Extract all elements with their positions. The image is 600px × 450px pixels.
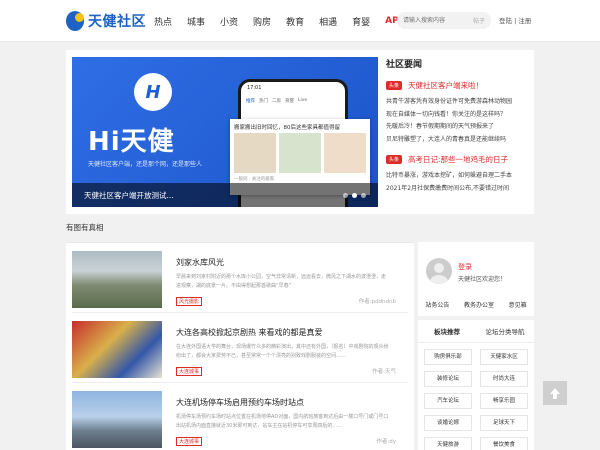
category-item[interactable]: 天健旅游 xyxy=(424,437,472,450)
phone-tab: 热门 xyxy=(259,99,268,104)
article-tag[interactable]: 风光摄影 xyxy=(176,297,203,306)
tab-header: 板块推荐 论坛分类导航 xyxy=(418,320,534,343)
banner-caption[interactable]: 天健社区客户端开放测试... xyxy=(72,183,378,207)
user-panel: 登录 天健社区欢迎您！ 站务公告 教务办公室 意见箱 xyxy=(418,242,534,316)
tab-forum-categories[interactable]: 论坛分类导航 xyxy=(476,320,534,342)
article-summary: 早晨来到刘家村附近的那个水库小公园，空气非常清新，远远看去，微风之下湖水的波澄澄… xyxy=(176,274,387,289)
news-link[interactable]: 比特币暴涨，游戏本挖矿，如何躲避自理二手本 xyxy=(386,170,528,183)
category-item[interactable]: 汽车论坛 xyxy=(424,393,472,409)
news-link[interactable]: 现在自媒体一切向钱看！你关注的是这样吗？ xyxy=(386,109,528,122)
news-link[interactable]: 先暖后冷！春节假期期间的天气预报来了 xyxy=(386,121,528,134)
feedback-link[interactable]: 意见箱 xyxy=(509,300,527,309)
article-item[interactable]: 大连机场停车场启用预约车场时站点 机场停车场预约车场时站点位置在机场地停AD对面… xyxy=(72,391,408,450)
category-item[interactable]: 畅享乐园 xyxy=(480,393,528,409)
hero-section: H Hi天健 天健社区客户端，还是那个网，还是那些人 17:01 推荐 热门 二… xyxy=(66,50,534,214)
phone-tab: 二房 xyxy=(272,99,281,104)
article-item[interactable]: 大连各高校掀起京剧热 来看戏的都是真爱 在大连外国语大学的舞台，现场爆竹众多的精… xyxy=(72,321,408,383)
banner-subtitle: 天健社区客户端，还是那个网，还是那些人 xyxy=(88,161,203,168)
headline-tag: 头条 xyxy=(386,81,403,90)
logo-mark-icon xyxy=(66,11,84,31)
news-headline[interactable]: 头条 天健社区客户端来啦！ xyxy=(386,80,528,91)
category-item[interactable]: 装修论坛 xyxy=(424,371,472,387)
category-item[interactable]: 餐饮美食 xyxy=(480,437,528,450)
phone-tabs: 推荐 热门 二房 育婴 Live xyxy=(241,96,345,106)
category-item[interactable]: 足球天下 xyxy=(480,415,528,431)
category-item[interactable]: 时尚大连 xyxy=(480,371,528,387)
back-to-top-button[interactable] xyxy=(543,381,567,405)
welcome-text: 天健社区欢迎您！ xyxy=(458,276,507,283)
nav-item-education[interactable]: 教育 xyxy=(286,15,304,28)
login-link[interactable]: 登录 xyxy=(458,262,472,272)
news-headline[interactable]: 头条 高考日记:那些一地鸡毛的日子 xyxy=(386,154,528,165)
card-images xyxy=(230,133,370,173)
article-thumbnail[interactable] xyxy=(72,391,162,448)
headline-tag: 头条 xyxy=(386,155,403,164)
nav-item-meet[interactable]: 相遇 xyxy=(319,15,337,28)
category-grid: 购房俱乐部 天健家水区 装修论坛 时尚大连 汽车论坛 畅享乐园 谈婚论嫁 足球天… xyxy=(418,343,534,450)
article-author: 作者:天气 xyxy=(372,369,396,375)
article-title[interactable]: 大连各高校掀起京剧热 来看戏的都是真爱 xyxy=(176,327,323,338)
nav-item-hot[interactable]: 热点 xyxy=(154,15,172,28)
site-notice-link[interactable]: 站务公告 xyxy=(425,300,449,309)
card-title: 搬家搬出旧时回忆，80后这些家具都值得留 xyxy=(234,125,340,131)
user-links: 站务公告 教务办公室 意见箱 xyxy=(418,300,534,309)
avatar[interactable] xyxy=(426,258,452,284)
article-summary: 机场停车场预约车场时站点位置在机场地停AD对面，国内航班旅客到达后由一楼口号门或… xyxy=(176,414,389,429)
category-item[interactable]: 谈婚论嫁 xyxy=(424,415,472,431)
site-header: 天健社区 热点 城事 小资 购房 教育 相遇 育婴 APP 帖子 登陆 | 注册 xyxy=(0,0,600,42)
phone-tab: 育婴 xyxy=(285,99,294,104)
article-author: 作者:dy xyxy=(376,439,396,445)
card-image xyxy=(234,133,276,173)
article-thumbnail[interactable] xyxy=(72,321,162,378)
carousel-dot[interactable] xyxy=(361,193,366,198)
article-author: 作者:pddndnb xyxy=(358,299,396,305)
news-link[interactable]: 贝尼特雕塑了，大连人的青春真是还能继续吗 xyxy=(386,134,528,147)
tab-recommended-boards[interactable]: 板块推荐 xyxy=(418,320,476,342)
news-link[interactable]: 2021年2月社保费缴费时间公布,不要错过时间 xyxy=(386,183,528,196)
search-type-button[interactable]: 帖子 xyxy=(473,16,485,25)
search-input[interactable] xyxy=(403,14,463,27)
carousel-dot[interactable] xyxy=(343,193,348,198)
nav-item-petty[interactable]: 小资 xyxy=(220,15,238,28)
phone-tab: Live xyxy=(298,98,308,103)
article-thumbnail[interactable] xyxy=(72,251,162,308)
community-news: 社区要闻 头条 天健社区客户端来啦！ 共青牛游客凭有效身份证件可免费游森林动物园… xyxy=(386,57,528,195)
carousel-dots xyxy=(343,193,366,198)
article-tag[interactable]: 大连城事 xyxy=(176,367,203,376)
category-item[interactable]: 天健家水区 xyxy=(480,349,528,365)
card-image xyxy=(279,133,321,173)
phone-status-time: 17:01 xyxy=(247,85,262,91)
board-tabs-panel: 板块推荐 论坛分类导航 购房俱乐部 天健家水区 装修论坛 时尚大连 汽车论坛 畅… xyxy=(418,320,534,450)
site-logo[interactable]: 天健社区 xyxy=(66,9,146,33)
category-item[interactable]: 购房俱乐部 xyxy=(424,349,472,365)
article-list: 刘家水库风光 早晨来到刘家村附近的那个水库小公园，空气非常清新，远远看去，微风之… xyxy=(66,242,414,450)
section-heading: 有图有真相 xyxy=(66,223,104,232)
article-tag[interactable]: 大连城事 xyxy=(176,437,203,446)
auth-links[interactable]: 登陆 | 注册 xyxy=(499,15,531,25)
office-link[interactable]: 教务办公室 xyxy=(464,300,494,309)
nav-item-housing[interactable]: 购房 xyxy=(253,15,271,28)
nav-item-parenting[interactable]: 育婴 xyxy=(352,15,370,28)
banner-title: Hi天健 xyxy=(88,127,175,157)
headline-title[interactable]: 高考日记:那些一地鸡毛的日子 xyxy=(408,154,508,165)
headline-title[interactable]: 天健社区客户端来啦！ xyxy=(408,80,483,91)
nav-item-city[interactable]: 城事 xyxy=(187,15,205,28)
search-box: 帖子 xyxy=(397,12,491,29)
article-summary: 在大连外国语大学的舞台，现场爆竹众多的精彩演出，其中还有外国，（报名）中戏剧院的… xyxy=(176,344,389,359)
phone-tab: 推荐 xyxy=(246,99,255,104)
carousel-dot-active[interactable] xyxy=(352,193,357,198)
carousel-banner[interactable]: H Hi天健 天健社区客户端，还是那个网，还是那些人 17:01 推荐 热门 二… xyxy=(72,57,378,207)
news-link[interactable]: 共青牛游客凭有效身份证件可免费游森林动物园 xyxy=(386,96,528,109)
article-title[interactable]: 刘家水库风光 xyxy=(176,257,224,268)
logo-text: 天健社区 xyxy=(88,14,146,30)
article-item[interactable]: 刘家水库风光 早晨来到刘家村附近的那个水库小公园，空气非常清新，远远看去，微风之… xyxy=(72,251,408,313)
news-heading: 社区要闻 xyxy=(386,60,423,70)
main-nav: 热点 城事 小资 购房 教育 相遇 育婴 APP xyxy=(154,0,420,42)
app-logo-icon: H xyxy=(134,73,172,111)
article-title[interactable]: 大连机场停车场启用预约车场时站点 xyxy=(176,397,304,408)
card-image xyxy=(324,133,366,173)
